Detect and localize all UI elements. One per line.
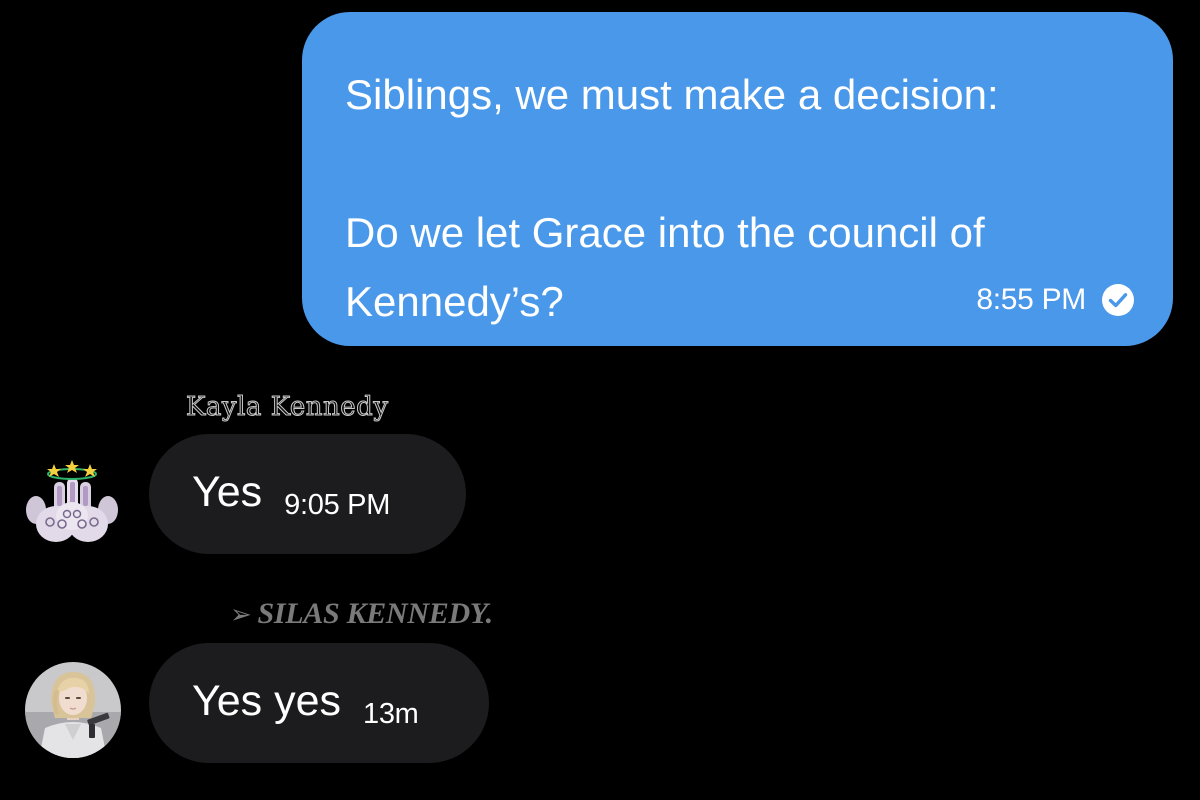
incoming-message-bubble-silas[interactable]: Yes yes 13m — [149, 643, 489, 763]
incoming-message-time: 13m — [363, 697, 419, 730]
blonde-character-avatar — [25, 662, 121, 758]
sender-name-silas-text: SILAS KENNEDY. — [257, 597, 494, 630]
sender-name-silas: ➢ SILAS KENNEDY. — [230, 597, 493, 631]
arrow-icon: ➢ — [230, 600, 252, 629]
bunny-halo-avatar — [24, 452, 120, 548]
check-circle-icon — [1100, 282, 1136, 318]
avatar-kayla[interactable] — [24, 452, 120, 548]
incoming-message-bubble-kayla[interactable]: Yes 9:05 PM — [149, 434, 466, 554]
incoming-message-time: 9:05 PM — [284, 488, 391, 521]
incoming-message-text: Yes yes — [192, 676, 342, 725]
incoming-message-text: Yes — [192, 467, 263, 516]
sender-name-kayla: Kayla Kennedy — [186, 392, 389, 423]
outgoing-message-bubble[interactable]: Siblings, we must make a decision: Do we… — [302, 12, 1173, 346]
outgoing-message-time: 8:55 PM — [976, 283, 1086, 316]
avatar-silas[interactable] — [25, 662, 121, 758]
outgoing-message-meta: 8:55 PM — [976, 282, 1136, 318]
